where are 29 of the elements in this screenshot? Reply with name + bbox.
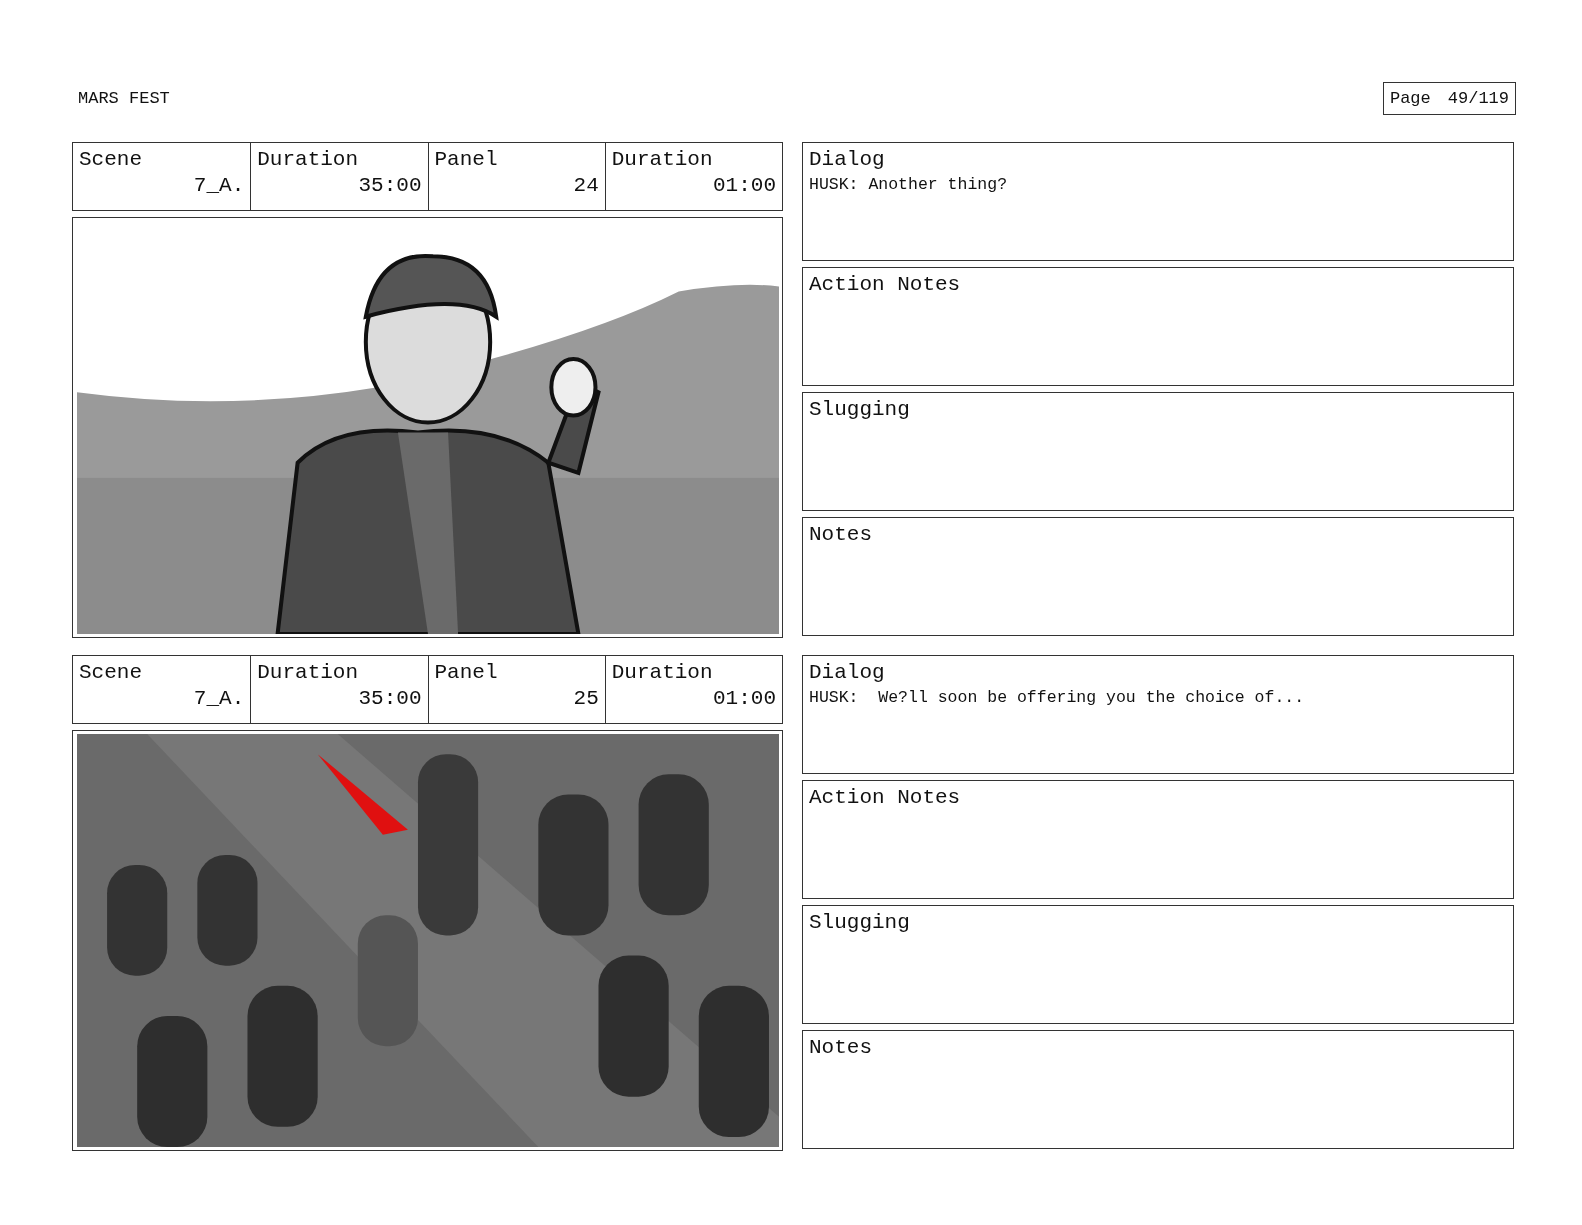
table-cell-text: 7_A.	[192, 687, 245, 710]
box-label: Action Notes	[809, 273, 962, 296]
dialog-text: HUSK: We?ll soon be offering you the choice of...	[809, 688, 1306, 707]
page-label: Page	[1389, 89, 1431, 108]
table-cell-text: 7_A.	[192, 174, 245, 197]
box-label: Dialog	[809, 661, 886, 684]
column-header: Scene	[79, 661, 143, 684]
box-label: Action Notes	[809, 786, 962, 809]
column-header: Panel	[434, 148, 499, 171]
table-cell-text: 35:00	[357, 687, 422, 710]
box-label: Slugging	[809, 911, 911, 934]
table-cell-text: 35:00	[357, 174, 422, 197]
box-label: Notes	[809, 1036, 873, 1059]
document-title: MARS FEST	[78, 89, 170, 108]
column-header: Duration	[611, 661, 714, 684]
table-cell-text: 25	[572, 687, 599, 710]
table-cell-text: 01:00	[712, 687, 776, 710]
box-label: Dialog	[809, 148, 886, 171]
table-cell-text: 01:00	[712, 174, 776, 197]
column-header: Duration	[611, 148, 714, 171]
box-label: Notes	[809, 523, 873, 546]
column-header: Scene	[79, 148, 143, 171]
column-header: Duration	[257, 148, 360, 171]
column-header: Duration	[257, 661, 360, 684]
box-label: Slugging	[809, 398, 911, 421]
column-header: Panel	[434, 661, 499, 684]
page-number: 49/119	[1447, 89, 1509, 108]
table-cell-text: 24	[572, 174, 599, 197]
dialog-text: HUSK: Another thing?	[809, 175, 1009, 194]
